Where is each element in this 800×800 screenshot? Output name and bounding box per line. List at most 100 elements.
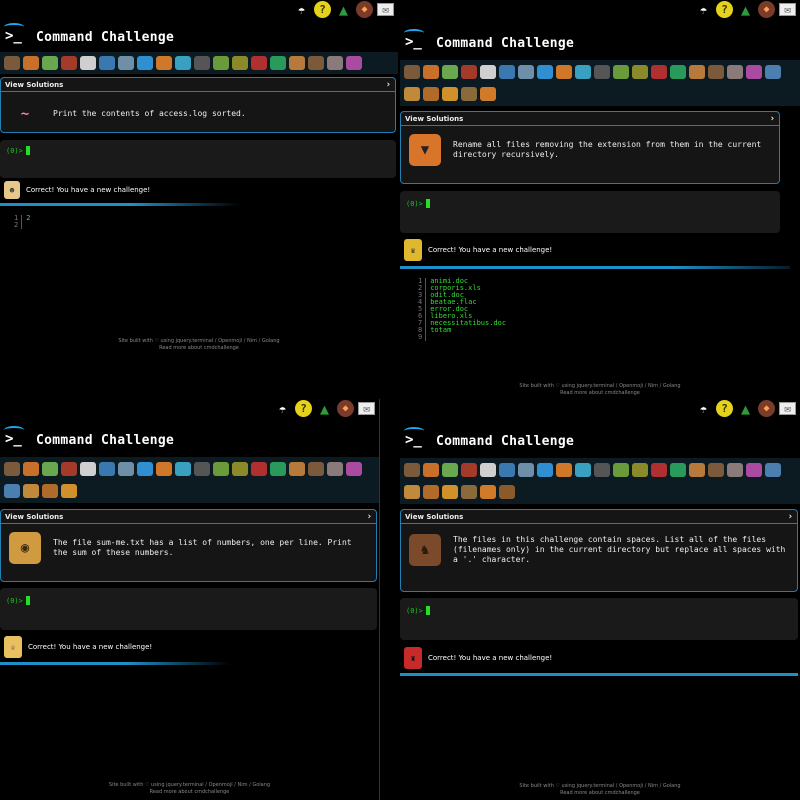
chevron-right-icon[interactable]: › [367,512,372,522]
challenge-badge-icon[interactable] [461,86,477,101]
footer-about-link[interactable]: Read more about cmdchallenge [400,390,800,397]
gitlab-fox-icon[interactable]: ◆ [758,400,775,417]
challenge-badge-icon[interactable] [251,462,267,477]
mail-icon[interactable]: ✉ [377,3,394,16]
challenge-badge-icon[interactable] [423,65,439,80]
challenge-badge-icon[interactable] [499,484,515,499]
challenge-badge-icon[interactable] [442,463,458,478]
challenge-badge-icon[interactable] [156,56,172,70]
challenge-badge-icon[interactable] [556,463,572,478]
challenge-badge-icon[interactable] [480,65,496,80]
challenge-badge-icon[interactable] [575,65,591,80]
footer-about-link[interactable]: Read more about cmdchallenge [400,790,800,797]
challenge-badge-icon[interactable] [99,56,115,70]
challenge-badge-icon[interactable] [80,56,96,70]
challenge-badge-icon[interactable] [232,462,248,477]
terminal-input[interactable]: (0)> [400,598,798,640]
challenge-badge-icon[interactable] [213,462,229,477]
challenge-badge-icon[interactable] [632,463,648,478]
challenge-badge-icon[interactable] [746,65,762,80]
challenge-badge-icon[interactable] [727,463,743,478]
lightbulb-icon[interactable]: ? [716,400,733,417]
gitlab-fox-icon[interactable]: ◆ [758,1,775,18]
challenge-badge-icon[interactable] [556,65,572,80]
challenge-badge-icon[interactable] [23,483,39,498]
challenge-badge-icon[interactable] [632,65,648,80]
challenge-badge-icon[interactable] [4,462,20,477]
lightbulb-icon[interactable]: ? [716,1,733,18]
challenge-badge-icon[interactable] [442,484,458,499]
challenge-badge-icon[interactable] [708,65,724,80]
lightbulb-icon[interactable]: ? [295,400,312,417]
challenge-badge-icon[interactable] [137,56,153,70]
challenge-badge-icon[interactable] [442,86,458,101]
challenge-badge-icon[interactable] [480,463,496,478]
footer-credits[interactable]: Site built with ♡ using jquery.terminal … [400,383,800,390]
terminal-input[interactable]: (0)> [0,588,377,630]
challenge-badge-icon[interactable] [727,65,743,80]
view-solutions-header[interactable]: View Solutions › [401,112,779,126]
challenge-badge-icon[interactable] [480,484,496,499]
tree-icon[interactable]: ▲ [335,1,352,19]
mail-icon[interactable]: ✉ [358,402,375,415]
challenge-badge-icon[interactable] [651,65,667,80]
challenge-badge-icon[interactable] [270,462,286,477]
challenge-badge-icon[interactable] [327,56,343,70]
terminal-input[interactable]: (0)> [0,140,396,178]
challenge-badge-icon[interactable] [613,65,629,80]
challenge-badge-icon[interactable] [423,484,439,499]
view-solutions-header[interactable]: View Solutions › [1,510,376,524]
challenge-badge-icon[interactable] [404,484,420,499]
footer-credits[interactable]: Site built with ♡ using jquery.terminal … [0,338,398,345]
challenge-badge-icon[interactable] [99,462,115,477]
challenge-badge-icon[interactable] [175,56,191,70]
challenge-badge-icon[interactable] [289,462,305,477]
challenge-badge-icon[interactable] [23,56,39,70]
challenge-badge-icon[interactable] [461,65,477,80]
view-solutions-label[interactable]: View Solutions [405,513,463,521]
challenge-badge-icon[interactable] [4,483,20,498]
challenge-badge-icon[interactable] [708,463,724,478]
umbrella-icon[interactable]: ☂ [274,400,291,417]
challenge-badge-icon[interactable] [23,462,39,477]
challenge-badge-icon[interactable] [61,56,77,70]
umbrella-icon[interactable]: ☂ [695,1,712,18]
challenge-badge-icon[interactable] [765,463,781,478]
challenge-badge-icon[interactable] [289,56,305,70]
challenge-badge-icon[interactable] [670,463,686,478]
challenge-badge-icon[interactable] [270,56,286,70]
challenge-badge-icon[interactable] [613,463,629,478]
challenge-badge-icon[interactable] [194,462,210,477]
challenge-badge-icon[interactable] [61,483,77,498]
challenge-badge-icon[interactable] [575,463,591,478]
chevron-right-icon[interactable]: › [386,80,391,90]
challenge-badge-icon[interactable] [175,462,191,477]
challenge-badge-icon[interactable] [4,56,20,70]
challenge-badge-icon[interactable] [746,463,762,478]
umbrella-icon[interactable]: ☂ [695,400,712,417]
challenge-badge-icon[interactable] [480,86,496,101]
challenge-badge-icon[interactable] [651,463,667,478]
challenge-badge-icon[interactable] [213,56,229,70]
challenge-badge-icon[interactable] [232,56,248,70]
challenge-badge-icon[interactable] [499,65,515,80]
challenge-badge-icon[interactable] [42,483,58,498]
view-solutions-header[interactable]: View Solutions › [1,78,395,92]
view-solutions-label[interactable]: View Solutions [5,81,63,89]
mail-icon[interactable]: ✉ [779,3,796,16]
challenge-badge-icon[interactable] [346,56,362,70]
mail-icon[interactable]: ✉ [779,402,796,415]
footer-credits[interactable]: Site built with ♡ using jquery.terminal … [400,783,800,790]
challenge-badge-icon[interactable] [327,462,343,477]
chevron-right-icon[interactable]: › [770,114,775,124]
challenge-badge-icon[interactable] [194,56,210,70]
challenge-badge-icon[interactable] [461,463,477,478]
gitlab-fox-icon[interactable]: ◆ [337,400,354,417]
challenge-badge-icon[interactable] [689,65,705,80]
view-solutions-header[interactable]: View Solutions › [401,510,797,524]
challenge-badge-icon[interactable] [423,463,439,478]
challenge-badge-icon[interactable] [765,65,781,80]
footer-about-link[interactable]: Read more about cmdchallenge [0,345,398,352]
gitlab-fox-icon[interactable]: ◆ [356,1,373,18]
challenge-badge-icon[interactable] [156,462,172,477]
